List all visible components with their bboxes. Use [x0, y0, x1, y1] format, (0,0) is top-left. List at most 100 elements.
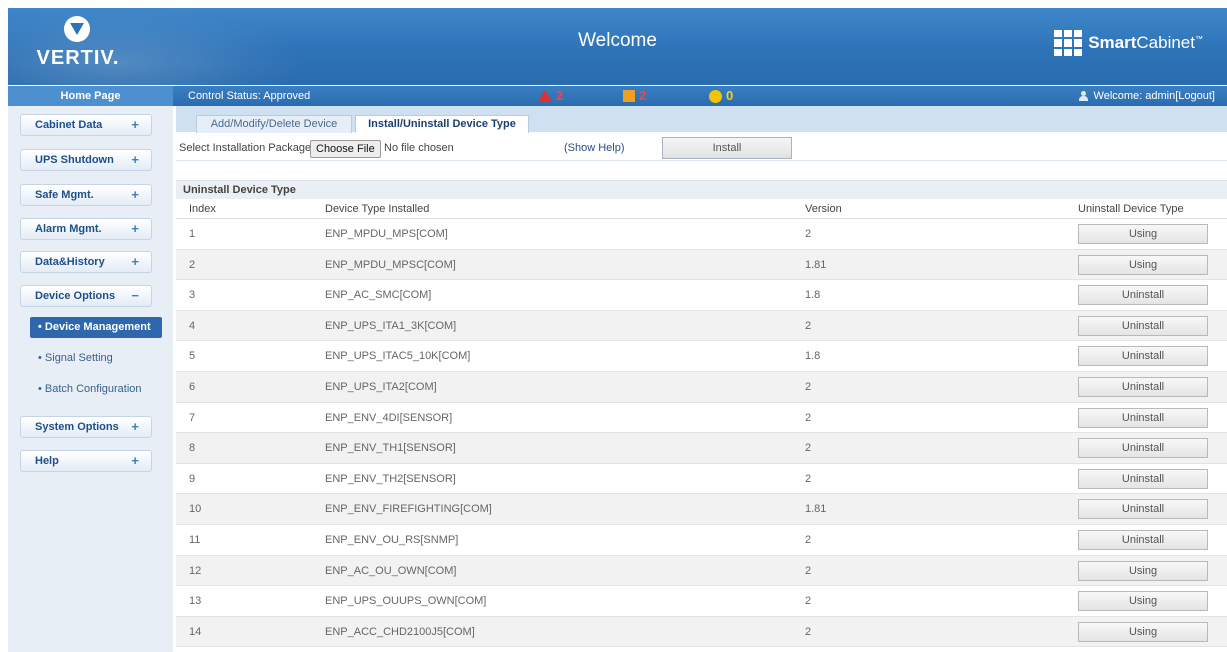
row-index: 9: [189, 472, 196, 485]
table-header: Index Device Type Installed Version Unin…: [176, 200, 1227, 219]
row-index: 3: [189, 289, 196, 302]
table-row: 7 ENP_ENV_4DI[SENSOR] 2 Uninstall: [176, 403, 1227, 434]
expand-icon: +: [131, 187, 139, 202]
row-index: 7: [189, 411, 196, 424]
uninstall-button[interactable]: Uninstall: [1078, 346, 1208, 367]
device-type-table: 1 ENP_MPDU_MPS[COM] 2 Using 2 ENP_MPDU_MPSC[C…: [176, 219, 1227, 648]
select-package-label: Select Installation Package:: [179, 142, 315, 154]
row-index: 1: [189, 228, 196, 240]
sidebar-item-cabinet-data[interactable]: Cabinet Data +: [20, 114, 152, 136]
smartcabinet-grid-icon: [1054, 30, 1083, 56]
row-device-type: ENP_UPS_ITA2[COM]: [325, 380, 437, 393]
expand-icon: +: [131, 254, 139, 269]
file-status-text: No file chosen: [384, 142, 454, 154]
expand-icon: +: [131, 117, 139, 132]
minor-alarm-icon: [709, 89, 722, 103]
row-device-type: ENP_MPDU_MPS[COM]: [325, 228, 448, 240]
sidebar-subitem-signal-setting[interactable]: • Signal Setting: [38, 352, 113, 364]
row-version: 1.81: [805, 503, 827, 516]
major-alarm-count[interactable]: 2: [623, 87, 646, 105]
uninstall-button[interactable]: Uninstall: [1078, 315, 1208, 336]
expand-icon: +: [131, 152, 139, 167]
sidebar-item-help[interactable]: Help +: [20, 450, 152, 472]
page-title: Welcome: [578, 30, 657, 51]
row-index: 12: [189, 564, 202, 577]
sidebar-subitem-batch-configuration[interactable]: • Batch Configuration: [38, 383, 142, 395]
sidebar-item-alarm-mgmt[interactable]: Alarm Mgmt. +: [20, 218, 152, 240]
control-status: Control Status: Approved: [188, 90, 311, 102]
uninstall-button[interactable]: Uninstall: [1078, 407, 1208, 428]
sidebar-item-device-options[interactable]: Device Options −: [20, 285, 152, 307]
uninstall-section-title: Uninstall Device Type: [176, 180, 1227, 199]
uninstall-button[interactable]: Uninstall: [1078, 499, 1208, 520]
critical-alarm-count[interactable]: 2: [538, 87, 563, 105]
row-device-type: ENP_MPDU_MPSC[COM]: [325, 258, 456, 271]
table-row: 10 ENP_ENV_FIREFIGHTING[COM] 1.81 Uninstall: [176, 494, 1227, 525]
row-device-type: ENP_ENV_FIREFIGHTING[COM]: [325, 503, 492, 516]
table-row: 1 ENP_MPDU_MPS[COM] 2 Using: [176, 219, 1227, 250]
row-version: 2: [805, 564, 812, 577]
expand-icon: +: [131, 221, 139, 236]
uninstall-button[interactable]: Uninstall: [1078, 468, 1208, 489]
status-bar: Home Page Control Status: Approved 2 2 0…: [8, 86, 1227, 106]
user-welcome[interactable]: Welcome: admin[Logout]: [1078, 86, 1215, 106]
using-button[interactable]: Using: [1078, 591, 1208, 612]
welcome-logout-link[interactable]: Welcome: admin[Logout]: [1094, 86, 1215, 106]
critical-alarm-icon: [538, 90, 552, 102]
home-page-link[interactable]: Home Page: [8, 86, 173, 106]
table-row: 8 ENP_ENV_TH1[SENSOR] 2 Uninstall: [176, 433, 1227, 464]
minor-alarm-value: 0: [726, 88, 734, 103]
tab-bar: Add/Modify/Delete Device Install/Uninsta…: [176, 106, 1227, 133]
user-icon: [1078, 91, 1088, 101]
row-version: 2: [805, 380, 812, 393]
row-version: 2: [805, 319, 812, 332]
sidebar-item-ups-shutdown[interactable]: UPS Shutdown +: [20, 149, 152, 171]
sidebar-subitem-device-management[interactable]: • Device Management: [30, 317, 162, 338]
row-device-type: ENP_AC_OU_OWN[COM]: [325, 564, 457, 577]
row-version: 2: [805, 442, 812, 455]
table-row: 6 ENP_UPS_ITA2[COM] 2 Uninstall: [176, 371, 1227, 403]
choose-file-button[interactable]: Choose File: [310, 140, 381, 158]
column-header-uninstall: Uninstall Device Type: [1078, 203, 1184, 215]
row-device-type: ENP_ENV_4DI[SENSOR]: [325, 411, 453, 424]
sidebar: Cabinet Data + UPS Shutdown + Safe Mgmt. + …: [8, 106, 173, 652]
row-index: 4: [189, 319, 196, 332]
uninstall-button[interactable]: Uninstall: [1078, 376, 1208, 397]
row-index: 2: [189, 258, 196, 271]
row-index: 14: [189, 625, 202, 638]
using-button[interactable]: Using: [1078, 254, 1208, 275]
row-version: 2: [805, 472, 812, 485]
row-index: 6: [189, 380, 196, 393]
trademark: ™: [1195, 34, 1203, 44]
sidebar-item-safe-mgmt[interactable]: Safe Mgmt. +: [20, 184, 152, 206]
install-toolbar: Select Installation Package: Choose File…: [176, 133, 1227, 161]
minor-alarm-count[interactable]: 0: [709, 87, 733, 105]
uninstall-button[interactable]: Uninstall: [1078, 438, 1208, 459]
using-button[interactable]: Using: [1078, 224, 1208, 244]
column-header-version: Version: [805, 203, 842, 215]
row-version: 2: [805, 533, 812, 546]
uninstall-button[interactable]: Uninstall: [1078, 529, 1208, 550]
tab-add-modify-delete-device[interactable]: Add/Modify/Delete Device: [196, 115, 352, 133]
table-row: 5 ENP_UPS_ITAC5_10K[COM] 1.8 Uninstall: [176, 341, 1227, 372]
uninstall-button[interactable]: Uninstall: [1078, 285, 1208, 306]
row-index: 8: [189, 442, 196, 455]
using-button[interactable]: Using: [1078, 560, 1208, 581]
collapse-icon: −: [131, 288, 139, 303]
row-device-type: ENP_UPS_ITAC5_10K[COM]: [325, 350, 471, 363]
row-index: 5: [189, 350, 196, 363]
sidebar-item-system-options[interactable]: System Options +: [20, 416, 152, 438]
tab-install-uninstall-device-type[interactable]: Install/Uninstall Device Type: [355, 115, 529, 133]
row-device-type: ENP_UPS_ITA1_3K[COM]: [325, 319, 457, 332]
sidebar-item-data-history[interactable]: Data&History +: [20, 251, 152, 273]
major-alarm-value: 2: [639, 88, 647, 103]
show-help-link[interactable]: (Show Help): [564, 142, 625, 154]
using-button[interactable]: Using: [1078, 621, 1208, 642]
install-button[interactable]: Install: [662, 137, 792, 159]
table-row: 12 ENP_AC_OU_OWN[COM] 2 Using: [176, 555, 1227, 587]
major-alarm-icon: [623, 90, 635, 102]
table-row: 13 ENP_UPS_OUUPS_OWN[COM] 2 Using: [176, 586, 1227, 617]
column-header-index: Index: [189, 203, 216, 215]
product-name-bold: Smart: [1088, 33, 1137, 52]
row-device-type: ENP_ENV_OU_RS[SNMP]: [325, 533, 459, 546]
